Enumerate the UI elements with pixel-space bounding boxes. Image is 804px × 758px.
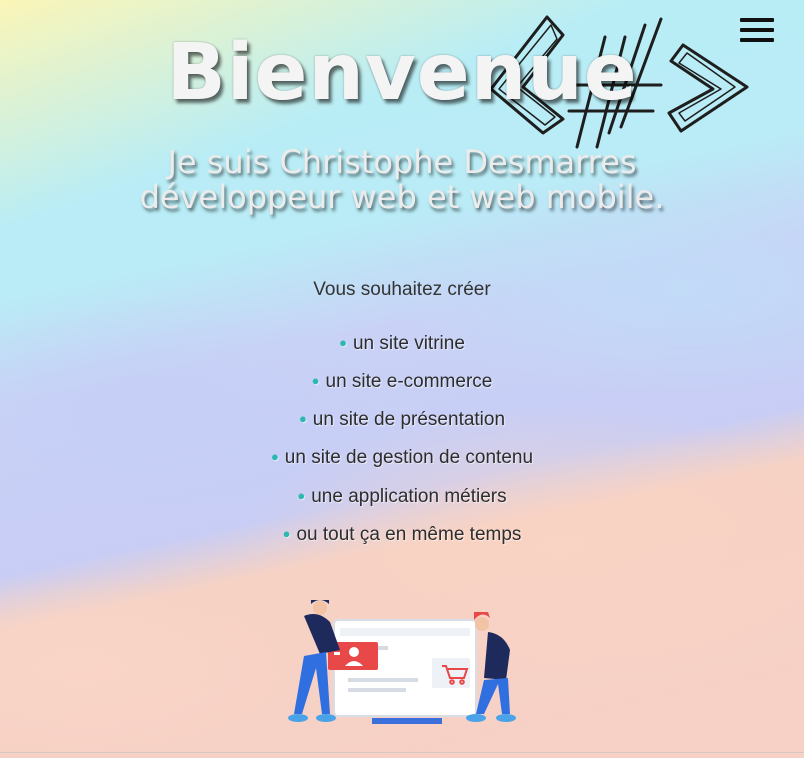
bullet-icon: ●: [298, 411, 307, 426]
list-item-label: ou tout ça en même temps: [296, 524, 522, 545]
bullet-icon: ●: [282, 526, 291, 541]
list-item-label: un site e-commerce: [325, 371, 493, 392]
list-item: ● ou tout ça en même temps: [0, 524, 804, 546]
list-item: ● un site vitrine: [0, 333, 804, 355]
bullet-icon: ●: [311, 373, 320, 388]
bullet-icon: ●: [339, 335, 347, 350]
page-title: Bienvenue: [166, 28, 638, 118]
bullet-icon: ●: [270, 449, 279, 464]
menu-bar: [740, 18, 774, 22]
list-item-label: une application métiers: [311, 486, 507, 507]
list-item-label: un site de gestion de contenu: [284, 447, 534, 468]
list-item: ● un site de présentation: [0, 409, 804, 431]
hero-subtitle-name: Je suis Christophe Desmarres: [167, 143, 637, 181]
list-item: ● un site e-commerce: [0, 371, 804, 393]
offer-question: Vous souhaitez créer: [313, 279, 491, 300]
footer-divider: [0, 752, 804, 753]
web-team-illustration: [288, 600, 516, 724]
list-item: ● un site de gestion de contenu: [0, 447, 804, 469]
bullet-icon: ●: [297, 488, 306, 503]
list-item-label: un site vitrine: [352, 333, 465, 354]
hero-subtitle-role: développeur web et web mobile.: [139, 178, 665, 216]
list-item: ● une application métiers: [0, 486, 804, 508]
list-item-label: un site de présentation: [312, 409, 506, 430]
